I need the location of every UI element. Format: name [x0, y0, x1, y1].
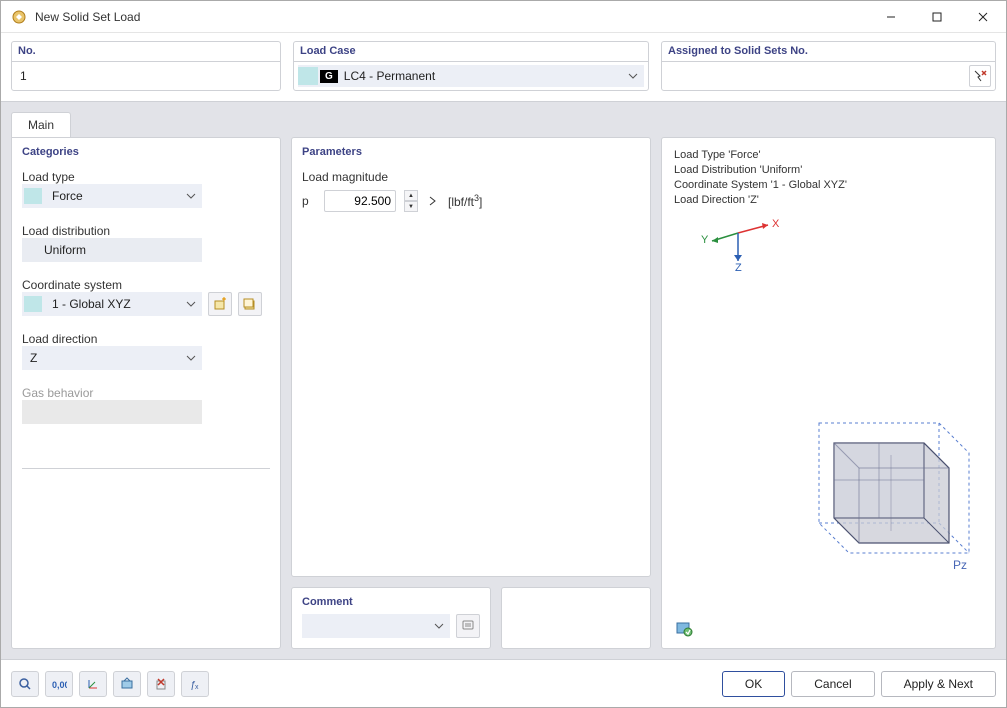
parameters-panel: Parameters Load magnitude p ▲ ▼ [lbf/ft3…	[291, 137, 651, 577]
categories-panel: Categories Load type Force Load distribu…	[11, 137, 281, 649]
aux-panel	[501, 587, 651, 649]
load-type-select[interactable]: Force	[22, 184, 202, 208]
coord-value: 1 - Global XYZ	[48, 297, 186, 311]
svg-text:Y: Y	[701, 234, 709, 246]
info-load-type: Load Type 'Force'	[674, 148, 983, 163]
minimize-button[interactable]	[868, 1, 914, 32]
spinner-up-icon[interactable]: ▲	[404, 190, 418, 201]
footer: 0,00 ƒx OK Cancel Apply & Next	[1, 659, 1006, 707]
footer-view-button[interactable]	[113, 671, 141, 697]
footer-axes-button[interactable]	[79, 671, 107, 697]
comment-input[interactable]	[302, 614, 450, 638]
svg-text:Z: Z	[735, 262, 742, 273]
maximize-button[interactable]	[914, 1, 960, 32]
axes-icon: X Y Z	[698, 213, 983, 278]
categories-title: Categories	[12, 138, 280, 164]
info-load-dir: Load Direction 'Z'	[674, 193, 983, 208]
titlebar: New Solid Set Load	[1, 1, 1006, 33]
info-coord: Coordinate System '1 - Global XYZ'	[674, 178, 983, 193]
magnitude-symbol: p	[302, 194, 316, 208]
load-type-label: Load type	[22, 170, 270, 184]
gas-select	[22, 400, 202, 424]
no-label: No.	[11, 41, 281, 61]
loadcase-tag: G	[320, 70, 338, 83]
no-input[interactable]	[16, 67, 276, 85]
preview-settings-button[interactable]	[672, 616, 696, 640]
app-icon	[11, 9, 27, 25]
loadcase-value: LC4 - Permanent	[344, 69, 628, 83]
load-dir-value: Z	[22, 351, 186, 365]
magnitude-unit: [lbf/ft3]	[448, 193, 482, 209]
spinner-down-icon[interactable]: ▼	[404, 201, 418, 212]
footer-units-button[interactable]: 0,00	[45, 671, 73, 697]
info-load-dist: Load Distribution 'Uniform'	[674, 163, 983, 178]
tabs-row: Main	[1, 102, 1006, 137]
loadcase-select[interactable]: G LC4 - Permanent	[298, 65, 644, 87]
magnitude-spinner[interactable]: ▲ ▼	[404, 190, 418, 212]
info-panel: Load Type 'Force' Load Distribution 'Uni…	[661, 137, 996, 649]
chevron-down-icon	[628, 73, 638, 79]
close-button[interactable]	[960, 1, 1006, 32]
loadcase-label: Load Case	[293, 41, 649, 61]
new-coord-system-button[interactable]	[208, 292, 232, 316]
load-dist-label: Load distribution	[22, 224, 270, 238]
ok-button[interactable]: OK	[722, 671, 785, 697]
load-type-value: Force	[48, 189, 186, 203]
loadcase-color-swatch	[298, 67, 318, 85]
chevron-down-icon	[186, 301, 196, 307]
tab-main[interactable]: Main	[11, 112, 71, 137]
coord-select[interactable]: 1 - Global XYZ	[22, 292, 202, 316]
comment-extra-button[interactable]	[456, 614, 480, 638]
chevron-down-icon	[434, 623, 444, 629]
coord-label: Coordinate system	[22, 278, 270, 292]
load-dist-value: Uniform	[22, 243, 202, 257]
assigned-input[interactable]	[666, 67, 969, 85]
magnitude-label: Load magnitude	[302, 170, 640, 184]
footer-delete-button[interactable]	[147, 671, 175, 697]
header-row: No. Load Case G LC4 - Permanent Assigned…	[1, 33, 1006, 102]
magnitude-more-button[interactable]	[426, 190, 440, 212]
svg-text:0,00: 0,00	[52, 680, 67, 690]
coord-swatch	[24, 296, 42, 312]
comment-panel: Comment	[291, 587, 491, 649]
edit-coord-system-button[interactable]	[238, 292, 262, 316]
assigned-label: Assigned to Solid Sets No.	[661, 41, 996, 61]
apply-next-button[interactable]: Apply & Next	[881, 671, 996, 697]
gas-label: Gas behavior	[22, 386, 270, 400]
pick-in-view-button[interactable]	[969, 65, 991, 87]
cancel-button[interactable]: Cancel	[791, 671, 874, 697]
svg-text:X: X	[772, 218, 780, 230]
load-dir-label: Load direction	[22, 332, 270, 346]
chevron-down-icon	[186, 355, 196, 361]
svg-text:x: x	[195, 684, 199, 691]
footer-search-button[interactable]	[11, 671, 39, 697]
load-dir-select[interactable]: Z	[22, 346, 202, 370]
load-preview	[779, 413, 979, 588]
parameters-title: Parameters	[292, 138, 650, 164]
comment-title: Comment	[292, 588, 490, 614]
pz-label: Pz	[953, 558, 967, 572]
chevron-down-icon	[186, 193, 196, 199]
load-dist-select[interactable]: Uniform	[22, 238, 202, 262]
load-type-swatch	[24, 188, 42, 204]
window-title: New Solid Set Load	[35, 10, 868, 24]
magnitude-input[interactable]	[324, 190, 396, 212]
footer-function-button[interactable]: ƒx	[181, 671, 209, 697]
categories-lower-pane	[22, 468, 270, 638]
